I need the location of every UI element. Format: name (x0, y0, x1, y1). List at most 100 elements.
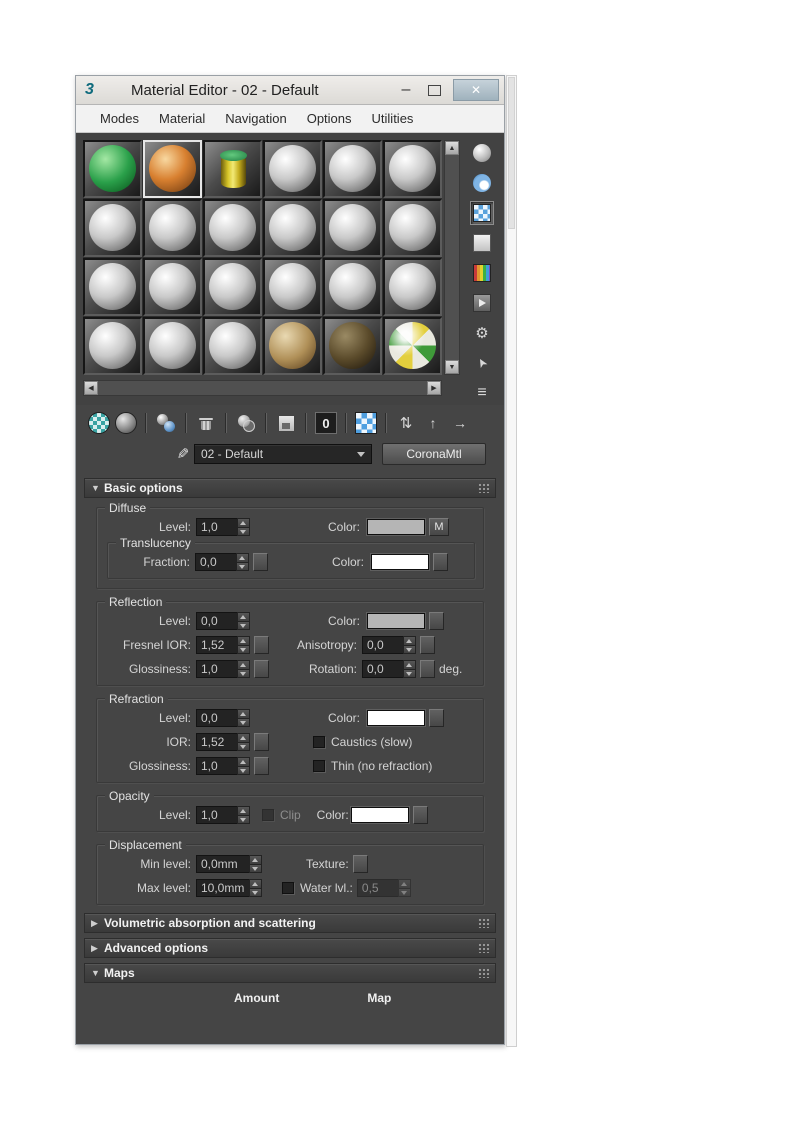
reflection-color-swatch[interactable] (367, 613, 425, 629)
spinner-arrows-icon[interactable] (237, 709, 250, 727)
sample-uv-tiling-icon[interactable] (470, 231, 494, 255)
sample-slot-9[interactable] (203, 199, 262, 257)
sample-slot-2[interactable] (143, 140, 202, 198)
reflection-glossiness-spinner[interactable]: 1,0 (196, 660, 250, 678)
rollout-grip-icon[interactable] (478, 483, 490, 493)
spinner-arrows-icon[interactable] (403, 636, 416, 654)
refraction-ior-map-button[interactable] (254, 733, 269, 751)
sample-slot-10[interactable] (263, 199, 322, 257)
spinner-arrows-icon[interactable] (249, 855, 262, 873)
fresnel-ior-map-button[interactable] (254, 636, 269, 654)
spinner-arrows-icon[interactable] (237, 518, 250, 536)
sample-slot-4[interactable] (263, 140, 322, 198)
displacement-texture-map-button[interactable] (352, 855, 368, 873)
sample-slot-5[interactable] (323, 140, 382, 198)
sample-type-sphere-icon[interactable] (470, 141, 494, 165)
menu-material[interactable]: Material (149, 111, 215, 126)
anisotropy-map-button[interactable] (420, 636, 435, 654)
displacement-max-spinner[interactable]: 10,0mm (196, 879, 262, 897)
backlight-icon[interactable] (470, 171, 494, 195)
displacement-min-spinner[interactable]: 0,0mm (196, 855, 262, 873)
menu-modes[interactable]: Modes (90, 111, 149, 126)
spinner-arrows-icon[interactable] (236, 553, 249, 571)
caustics-checkbox[interactable] (313, 736, 325, 748)
scroll-down-button[interactable]: ▼ (445, 360, 459, 374)
rollout-maps[interactable]: ▼ Maps (84, 963, 496, 983)
translucency-color-map-button[interactable] (433, 553, 448, 571)
material-id-channel-icon[interactable]: 0 (315, 412, 337, 434)
sample-slot-7[interactable] (83, 199, 142, 257)
sample-slot-23[interactable] (323, 317, 382, 375)
menu-utilities[interactable]: Utilities (362, 111, 424, 126)
opacity-color-map-button[interactable] (412, 806, 428, 824)
clip-checkbox[interactable] (262, 809, 274, 821)
translucency-fraction-map-button[interactable] (253, 553, 268, 571)
sample-slot-21[interactable] (203, 317, 262, 375)
sample-slot-14[interactable] (143, 258, 202, 316)
refraction-color-map-button[interactable] (429, 709, 444, 727)
sample-slot-20[interactable] (143, 317, 202, 375)
translucency-color-swatch[interactable] (371, 554, 429, 570)
scroll-up-button[interactable]: ▲ (445, 141, 459, 155)
rollout-advanced-options[interactable]: ▶ Advanced options (84, 938, 496, 958)
refraction-ior-spinner[interactable]: 1,52 (196, 733, 250, 751)
sample-slot-22[interactable] (263, 317, 322, 375)
spinner-arrows-icon[interactable] (249, 879, 262, 897)
reflection-glossiness-map-button[interactable] (254, 660, 269, 678)
spinner-arrows-icon[interactable] (237, 612, 250, 630)
scroll-left-button[interactable]: ◀ (84, 381, 98, 395)
rollout-basic-options[interactable]: ▼ Basic options (84, 478, 496, 498)
pick-material-eyedropper-icon[interactable]: ✎ (172, 444, 194, 464)
rollout-grip-icon[interactable] (478, 918, 490, 928)
spinner-arrows-icon[interactable] (237, 806, 250, 824)
thin-refraction-checkbox[interactable] (313, 760, 325, 772)
refraction-color-swatch[interactable] (367, 710, 425, 726)
sample-slot-17[interactable] (323, 258, 382, 316)
menu-navigation[interactable]: Navigation (215, 111, 296, 126)
sample-slot-18[interactable] (383, 258, 442, 316)
generate-preview-icon[interactable] (470, 291, 494, 315)
water-level-checkbox[interactable] (282, 882, 294, 894)
select-by-material-icon[interactable]: ➤ (470, 351, 494, 375)
get-material-icon[interactable] (88, 412, 110, 434)
diffuse-map-button[interactable]: M (429, 518, 449, 536)
spinner-arrows-icon[interactable] (237, 733, 250, 751)
rotation-spinner[interactable]: 0,0 (362, 660, 416, 678)
sample-slot-1[interactable] (83, 140, 142, 198)
refraction-glossiness-map-button[interactable] (254, 757, 269, 775)
panel-scrollbar[interactable] (506, 75, 517, 1047)
refraction-glossiness-spinner[interactable]: 1,0 (196, 757, 250, 775)
sample-slot-16[interactable] (263, 258, 322, 316)
sample-hscrollbar[interactable]: ◀ ▶ (83, 380, 442, 396)
translucency-fraction-spinner[interactable]: 0,0 (195, 553, 249, 571)
show-end-result-icon[interactable]: ⇅ (395, 412, 417, 434)
water-level-spinner[interactable]: 0,5 (356, 879, 411, 897)
go-forward-to-sibling-icon[interactable]: → (449, 412, 471, 434)
reflection-level-spinner[interactable]: 0,0 (196, 612, 250, 630)
sample-slot-13[interactable] (83, 258, 142, 316)
reset-material-icon[interactable] (195, 412, 217, 434)
minimize-button[interactable]: – (397, 81, 415, 99)
refraction-level-spinner[interactable]: 0,0 (196, 709, 250, 727)
maximize-button[interactable] (425, 84, 443, 96)
put-to-library-icon[interactable] (275, 412, 297, 434)
spinner-arrows-icon[interactable] (237, 660, 250, 678)
opacity-color-swatch[interactable] (350, 807, 409, 823)
sample-vscrollbar[interactable]: ▲ ▼ (444, 140, 460, 375)
options-icon[interactable]: ⚙ (470, 321, 494, 345)
rollout-grip-icon[interactable] (478, 943, 490, 953)
fresnel-ior-spinner[interactable]: 1,52 (196, 636, 250, 654)
sample-slot-8[interactable] (143, 199, 202, 257)
sample-slot-11[interactable] (323, 199, 382, 257)
spinner-arrows-icon[interactable] (237, 757, 250, 775)
diffuse-color-swatch[interactable] (367, 519, 425, 535)
panel-scrollbar-thumb[interactable] (508, 77, 515, 229)
spinner-arrows-icon[interactable] (397, 879, 411, 897)
video-color-check-icon[interactable] (470, 261, 494, 285)
sample-slot-3[interactable] (203, 140, 262, 198)
rollout-volumetric[interactable]: ▶ Volumetric absorption and scattering (84, 913, 496, 933)
reflection-color-map-button[interactable] (429, 612, 444, 630)
sample-slot-12[interactable] (383, 199, 442, 257)
close-button[interactable]: ✕ (453, 79, 499, 101)
material-type-button[interactable]: CoronaMtl (382, 443, 486, 465)
